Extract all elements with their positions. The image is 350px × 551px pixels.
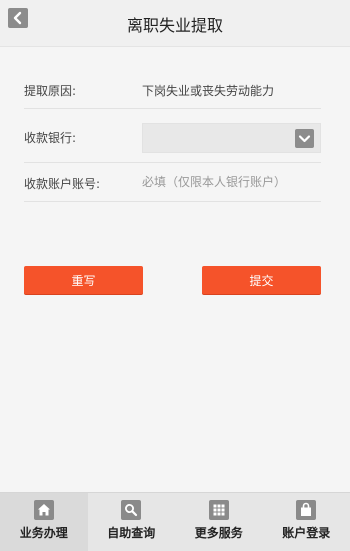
chevron-down-icon — [295, 129, 314, 148]
reason-value: 下岗失业或丧失劳动能力 — [142, 82, 274, 99]
search-icon — [121, 500, 141, 520]
form-row-reason: 提取原因: 下岗失业或丧失劳动能力 — [24, 70, 321, 109]
tab-account-login[interactable]: 账户登录 — [263, 493, 350, 551]
tab-label: 更多服务 — [175, 524, 263, 541]
withdrawal-form: 提取原因: 下岗失业或丧失劳动能力 收款银行: 收款账户账号: — [24, 70, 321, 202]
page-title: 离职失业提取 — [0, 12, 350, 36]
tab-label: 账户登录 — [263, 524, 350, 541]
reset-button[interactable]: 重写 — [24, 266, 143, 294]
tab-business[interactable]: 业务办理 — [0, 493, 88, 551]
submit-button[interactable]: 提交 — [202, 266, 321, 294]
grid-icon — [209, 500, 229, 520]
bank-select[interactable] — [142, 123, 321, 153]
reason-label: 提取原因: — [24, 82, 76, 99]
bag-icon — [296, 500, 316, 520]
tab-self-query[interactable]: 自助查询 — [88, 493, 176, 551]
bank-label: 收款银行: — [24, 129, 76, 146]
header-bar: 离职失业提取 — [0, 0, 350, 47]
form-row-bank: 收款银行: — [24, 109, 321, 163]
account-number-input[interactable] — [142, 169, 321, 195]
tab-label: 业务办理 — [0, 524, 88, 541]
account-label: 收款账户账号: — [24, 175, 100, 192]
tab-label: 自助查询 — [88, 524, 176, 541]
bottom-tab-bar: 业务办理 自助查询 更多服务 — [0, 492, 350, 551]
form-row-account: 收款账户账号: — [24, 163, 321, 202]
tab-more-services[interactable]: 更多服务 — [175, 493, 263, 551]
home-icon — [34, 500, 54, 520]
